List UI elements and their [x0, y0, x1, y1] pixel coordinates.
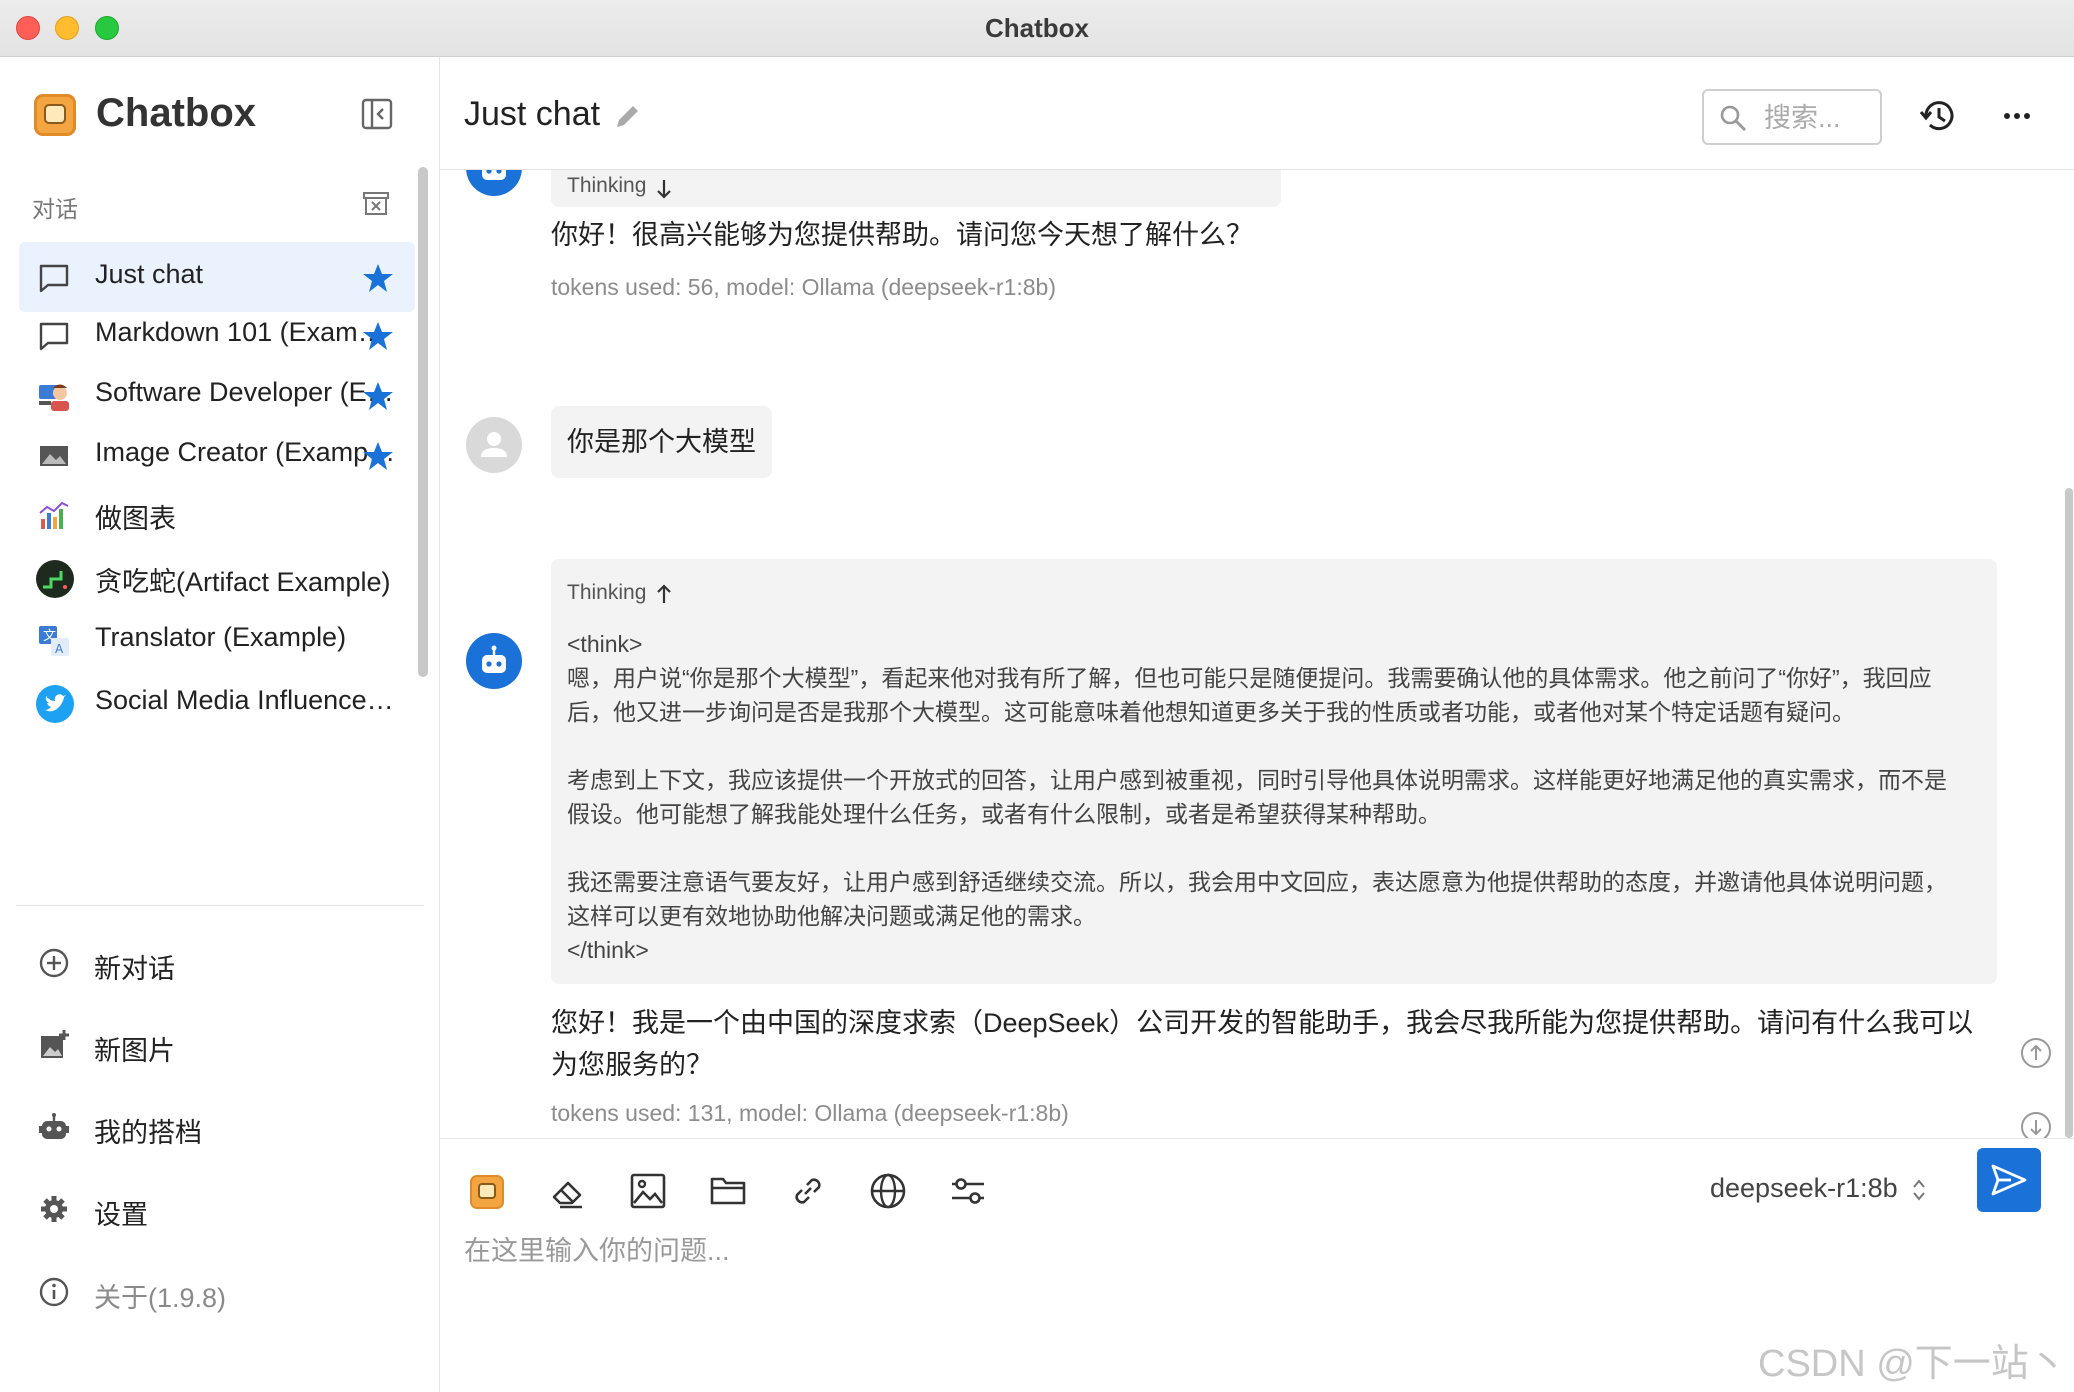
gear-icon	[41, 1196, 67, 1222]
settings-button[interactable]: 设置	[30, 1181, 420, 1237]
archive-icon[interactable]	[361, 188, 391, 218]
folder-icon[interactable]	[708, 1171, 748, 1211]
message-meta: tokens used: 56, model: Ollama (deepseek…	[551, 274, 1056, 300]
search-input[interactable]	[1764, 101, 1874, 135]
message-scrollbar[interactable]	[2065, 488, 2073, 1138]
new-chat-button[interactable]: 新对话	[30, 935, 420, 991]
watermark: CSDN @下一站丶	[1758, 1343, 2067, 1385]
sidebar-scrollbar[interactable]	[418, 167, 428, 677]
conversation-label: Just chat	[95, 259, 204, 289]
developer-avatar-icon	[39, 384, 69, 411]
conversation-label: 贪吃蛇(Artifact Example)	[95, 567, 391, 597]
more-options-icon[interactable]	[1997, 96, 2037, 136]
star-icon[interactable]	[362, 320, 394, 352]
history-icon[interactable]	[1918, 96, 1958, 136]
person-icon	[481, 432, 507, 457]
send-icon	[1991, 1164, 2027, 1196]
menu-label: 关于(1.9.8)	[94, 1283, 227, 1313]
thinking-block-expanded: Thinking <think> 嗯，用户说“你是那个大模型”，看起来他对我有所…	[551, 559, 1997, 984]
thinking-label: Thinking	[567, 174, 647, 197]
conversation-item-translator[interactable]: 文 A Translator (Example)	[19, 605, 415, 675]
window-title: Chatbox	[985, 13, 1089, 43]
star-icon[interactable]	[362, 380, 394, 412]
about-button[interactable]: 关于(1.9.8)	[30, 1264, 420, 1320]
brand-name: Chatbox	[96, 91, 256, 135]
star-icon[interactable]	[362, 262, 394, 294]
assistant-avatar	[466, 170, 522, 196]
main-panel: Just chat 搜索... Thinking 你好！很高兴能够为您提供帮助。…	[440, 57, 2074, 1392]
svg-text:A: A	[55, 642, 64, 656]
chat-bubble-icon	[39, 322, 69, 351]
menu-label: 设置	[94, 1200, 148, 1230]
user-message-bubble: 你是那个大模型	[551, 406, 772, 478]
robot-icon	[482, 170, 506, 180]
snake-game-icon	[36, 560, 74, 598]
conversation-label: Image Creator (Example)	[95, 437, 397, 467]
settings-sliders-icon[interactable]	[948, 1171, 988, 1211]
my-partners-button[interactable]: 我的搭档	[30, 1099, 420, 1155]
arrow-up-icon[interactable]	[653, 583, 675, 605]
conversation-label: Translator (Example)	[95, 622, 347, 652]
chat-header: Just chat	[440, 57, 2074, 170]
robot-icon	[39, 1113, 69, 1139]
scroll-to-bottom-icon[interactable]	[2019, 1110, 2053, 1138]
chatbox-logo-icon[interactable]	[470, 1175, 504, 1209]
image-icon	[40, 446, 68, 466]
chatbox-logo-icon	[34, 94, 76, 136]
add-photo-icon	[41, 1030, 69, 1058]
thinking-block-collapsed[interactable]: Thinking	[551, 170, 1281, 207]
edit-pencil-icon[interactable]	[613, 101, 643, 131]
menu-label: 新对话	[94, 954, 175, 984]
eraser-icon[interactable]	[548, 1171, 588, 1211]
twitter-bird-icon	[36, 685, 74, 723]
plus-circle-icon	[39, 948, 69, 978]
star-icon[interactable]	[362, 440, 394, 472]
model-selector[interactable]: deepseek-r1:8b	[1710, 1173, 1898, 1204]
menu-label: 我的搭档	[94, 1118, 202, 1148]
new-image-button[interactable]: 新图片	[30, 1017, 420, 1073]
link-icon[interactable]	[788, 1171, 828, 1211]
assistant-message-text: 你好！很高兴能够为您提供帮助。请问您今天想了解什么？	[551, 220, 1253, 250]
message-meta: tokens used: 131, model: Ollama (deepsee…	[551, 1100, 1069, 1126]
translate-icon: 文 A	[39, 626, 69, 656]
menu-label: 新图片	[94, 1036, 175, 1066]
robot-icon	[482, 645, 506, 673]
image-upload-icon[interactable]	[628, 1171, 668, 1211]
chat-title: Just chat	[464, 95, 601, 133]
conversation-label: Markdown 101 (Example)	[95, 317, 397, 347]
conversations-section-label: 对话	[32, 196, 78, 222]
conversation-item-snake[interactable]: 贪吃蛇(Artifact Example)	[19, 543, 415, 613]
send-button[interactable]	[1977, 1148, 2041, 1212]
message-list[interactable]: Thinking 你好！很高兴能够为您提供帮助。请问您今天想了解什么？ toke…	[440, 170, 2074, 1138]
chart-icon	[39, 501, 69, 529]
sidebar-divider	[16, 905, 424, 906]
assistant-message-text: 您好！我是一个由中国的深度求索（DeepSeek）公司开发的智能助手，我会尽我所…	[551, 1008, 1974, 1080]
search-icon	[1720, 105, 1746, 131]
collapse-sidebar-icon[interactable]	[360, 97, 394, 131]
thinking-label: Thinking	[567, 581, 647, 604]
sidebar: Chatbox 对话 Just chat Markdown 101 (Examp…	[0, 57, 440, 1392]
conversation-label: 做图表	[95, 504, 176, 534]
assistant-avatar	[466, 633, 522, 689]
app-window: Chatbox Chatbox 对话 Just chat Markdown 10…	[0, 0, 2074, 1392]
chevron-up-down-icon[interactable]	[1908, 1175, 1930, 1205]
search-box[interactable]	[1702, 89, 1882, 145]
thinking-text: <think> 嗯，用户说“你是那个大模型”，看起来他对我有所了解，但也可能只是…	[567, 631, 1947, 963]
conversation-item-charts[interactable]: 做图表	[19, 480, 415, 550]
scroll-to-top-icon[interactable]	[2019, 1036, 2053, 1070]
conversation-item-social-media[interactable]: Social Media Influencer (Example)	[19, 668, 415, 738]
globe-icon[interactable]	[868, 1171, 908, 1211]
info-icon	[39, 1277, 69, 1307]
title-bar: Chatbox	[0, 0, 2074, 57]
conversation-label: Software Developer (Example)	[95, 377, 397, 407]
arrow-down-icon[interactable]	[653, 178, 675, 200]
conversation-label: Social Media Influencer (Example)	[95, 685, 397, 715]
chat-bubble-icon	[39, 264, 69, 293]
user-avatar	[466, 417, 522, 473]
